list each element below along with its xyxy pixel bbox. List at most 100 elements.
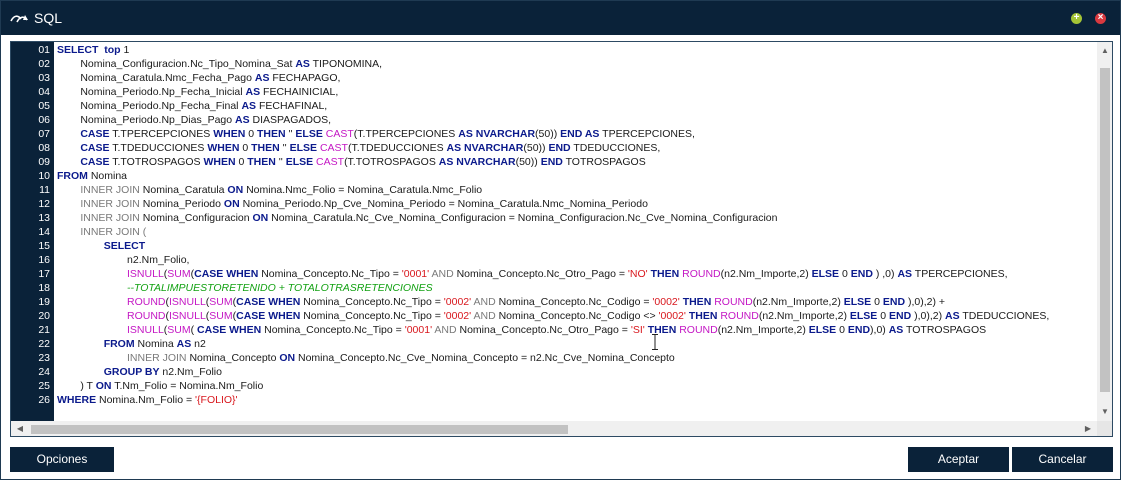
code-line[interactable]: INNER JOIN Nomina_Caratula ON Nomina.Nmc… [57,183,482,197]
code-line[interactable]: INNER JOIN ( [57,225,146,239]
minimize-button[interactable]: + [1071,12,1082,24]
code-line[interactable]: CASE T.TPERCEPCIONES WHEN 0 THEN '' ELSE… [57,127,695,141]
code-token: 0 [836,324,848,336]
code-line[interactable]: SELECT [57,239,145,253]
code-token: CAST [325,128,354,140]
line-number: 01 [38,44,50,56]
code-token: 0 [245,128,257,140]
code-line[interactable]: ROUND(ISNULL(SUM(CASE WHEN Nomina_Concep… [57,309,1049,323]
chevron-up-icon[interactable]: ▲ [1097,44,1112,58]
code-token: THEN [247,156,276,168]
code-token: '0002' [443,296,472,308]
chevron-down-icon[interactable]: ▼ [1097,405,1112,419]
code-token: WHEN [213,128,246,140]
code-token: ROUND [682,268,721,280]
code-line[interactable]: INNER JOIN Nomina_Periodo ON Nomina_Peri… [57,197,648,211]
code-token: Nomina_Periodo.Np_Fecha_Inicial [57,86,246,98]
code-line[interactable]: CASE T.TDEDUCCIONES WHEN 0 THEN '' ELSE … [57,141,660,155]
code-token: (50)) [515,156,541,168]
code-line[interactable]: GROUP BY n2.Nm_Folio [57,365,222,379]
code-line[interactable]: SELECT top 1 [57,43,129,57]
code-token: THEN [682,296,712,308]
code-token: n2.Nm_Folio, [57,254,190,266]
code-line[interactable]: FROM Nomina AS n2 [57,337,206,351]
title-bar[interactable]: SQL + × [1,1,1120,35]
code-token: Nomina_Caratula [139,184,228,196]
code-token: Nomina_Concepto.Nc_Otro_Pago = [456,324,631,336]
code-token: Nomina_Periodo [139,198,224,210]
code-token: 'NO' [627,268,648,280]
line-number: 20 [38,310,50,322]
code-token: ELSE [849,310,878,322]
line-number: 03 [38,72,50,84]
line-number: 15 [38,240,50,252]
code-token: WHERE [57,394,97,406]
code-line[interactable]: Nomina_Configuracion.Nc_Tipo_Nomina_Sat … [57,57,382,71]
scrollbar-corner [1097,421,1112,436]
code-area[interactable]: SELECT top 1 Nomina_Configuracion.Nc_Tip… [57,42,1097,421]
code-token: THEN [688,310,718,322]
code-token: ),0),2) + [905,296,946,308]
sql-editor[interactable]: 01 02 03 04 05 06 07 08 09 10 11 12 13 14 15 16 17 18 19 20… [10,41,1113,437]
code-token: '' [275,156,286,168]
code-token: ROUND [720,310,759,322]
code-line[interactable]: FROM Nomina [57,169,127,183]
code-token: '' [285,128,296,140]
line-number: 24 [38,366,50,378]
vertical-scrollbar[interactable]: ▲ ▼ [1097,42,1112,421]
code-token: '{FOLIO}' [195,394,238,406]
code-token: AS [245,86,261,98]
code-token: Nomina_Concepto [186,352,280,364]
code-token: ROUND [679,324,718,336]
code-line[interactable]: WHERE Nomina.Nm_Folio = '{FOLIO}' [57,393,238,407]
horizontal-scrollbar[interactable]: ◀ ▶ [11,421,1097,436]
code-token: AS NVARCHAR [438,156,516,168]
code-token: Nomina_Periodo.Np_Dias_Pago [57,114,236,126]
code-token: T.Nm_Folio = Nomina.Nm_Folio [111,380,264,392]
cancel-button[interactable]: Cancelar [1012,447,1113,472]
code-line[interactable]: n2.Nm_Folio, [57,253,189,267]
code-line[interactable]: Nomina_Periodo.Np_Dias_Pago AS DIASPAGAD… [57,113,331,127]
chevron-right-icon[interactable]: ▶ [1081,421,1095,436]
line-number: 22 [38,338,50,350]
code-line[interactable]: INNER JOIN Nomina_Concepto ON Nomina_Con… [57,351,675,365]
line-number: 09 [38,156,50,168]
code-token: ON [227,184,244,196]
code-line[interactable]: ) T ON T.Nm_Folio = Nomina.Nm_Folio [57,379,263,393]
line-number: 18 [38,282,50,294]
code-token: END AS [560,128,600,140]
plus-icon: + [1073,12,1080,23]
code-line[interactable]: ISNULL(SUM( CASE WHEN Nomina_Concepto.Nc… [57,323,986,337]
code-token: TIPONOMINA, [309,58,383,70]
code-token: END [548,142,571,154]
code-line[interactable]: ISNULL(SUM(CASE WHEN Nomina_Concepto.Nc_… [57,267,1008,281]
code-token: AS [176,338,192,350]
code-token: AND [431,268,454,280]
code-token: ON [223,198,240,210]
code-line[interactable]: ROUND(ISNULL(SUM(CASE WHEN Nomina_Concep… [57,295,945,309]
code-line[interactable]: --TOTALIMPUESTORETENIDO + TOTALOTRASRETE… [57,281,433,295]
code-token: Nomina_Concepto.Nc_Codigo <> [495,310,659,322]
close-button[interactable]: × [1095,12,1106,24]
code-token: CASE WHEN [236,310,301,322]
options-button[interactable]: Opciones [10,447,114,472]
code-line[interactable]: CASE T.TOTROSPAGOS WHEN 0 THEN '' ELSE C… [57,155,645,169]
code-line[interactable]: Nomina_Periodo.Np_Fecha_Inicial AS FECHA… [57,85,338,99]
code-token: 0 [235,156,248,168]
code-line[interactable]: INNER JOIN Nomina_Configuracion ON Nomin… [57,211,777,225]
window-title: SQL [34,10,63,26]
horizontal-scroll-thumb[interactable] [31,425,568,434]
code-line[interactable]: Nomina_Caratula.Nmc_Fecha_Pago AS FECHAP… [57,71,340,85]
code-token: INNER JOIN [80,184,140,196]
close-icon: × [1097,12,1104,23]
chevron-left-icon[interactable]: ◀ [13,421,27,436]
accept-button[interactable]: Aceptar [908,447,1009,472]
code-token: top [104,44,121,56]
vertical-scroll-thumb[interactable] [1100,68,1110,392]
code-token: AS [897,268,913,280]
code-line[interactable]: Nomina_Periodo.Np_Fecha_Final AS FECHAFI… [57,99,327,113]
